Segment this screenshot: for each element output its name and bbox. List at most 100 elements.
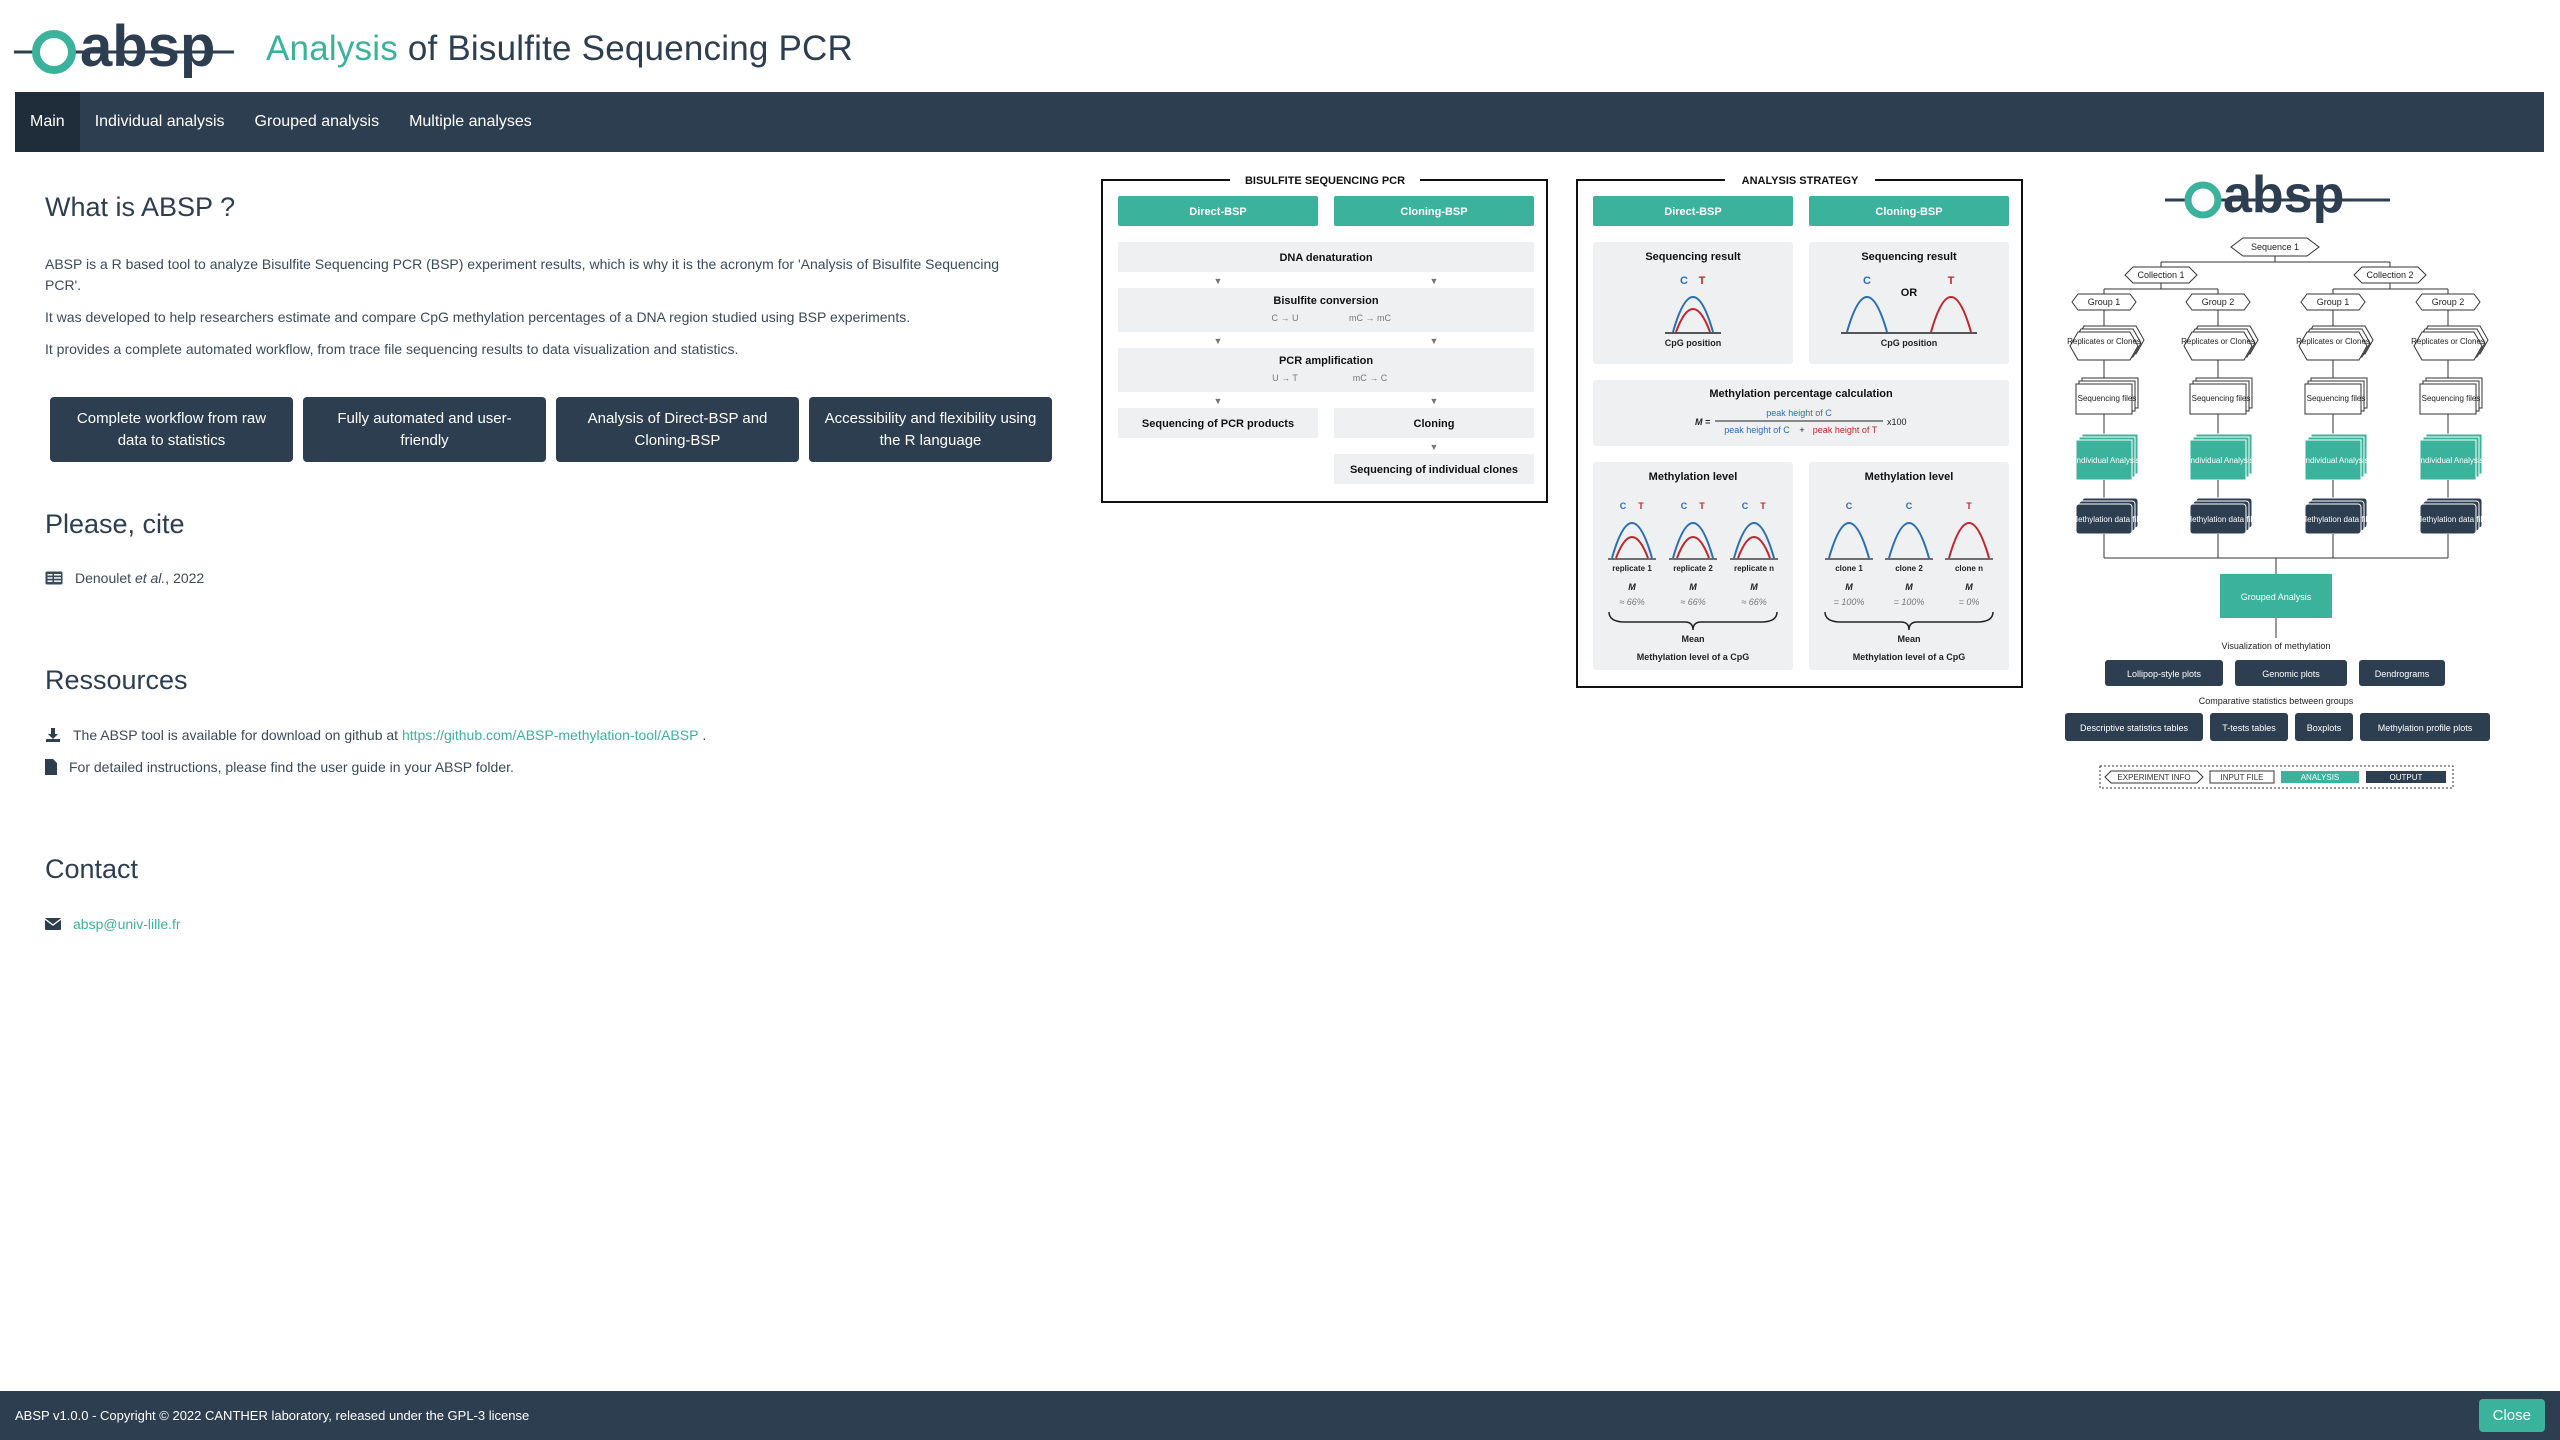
rep-t-label-1: T bbox=[1699, 501, 1705, 511]
feature-list: Complete workflow from raw data to stati… bbox=[50, 397, 1052, 462]
clone-base-label-0: C bbox=[1846, 501, 1853, 511]
svg-text:▼: ▼ bbox=[1430, 276, 1439, 286]
id-card-icon bbox=[45, 571, 63, 585]
rep-t-label-2: T bbox=[1760, 501, 1766, 511]
svg-text:▼: ▼ bbox=[1430, 336, 1439, 346]
file-icon bbox=[45, 759, 57, 775]
tab-grouped-analysis[interactable]: Grouped analysis bbox=[240, 92, 395, 152]
app-header: absp Analysis of Bisulfite Sequencing PC… bbox=[14, 14, 853, 84]
collection-label-0: Collection 1 bbox=[2137, 270, 2184, 280]
svg-text:▼: ▼ bbox=[1430, 396, 1439, 406]
legend-input: INPUT FILE bbox=[2221, 773, 2264, 782]
rep-c-label-2: C bbox=[1742, 501, 1749, 511]
seqfiles-label-1: Sequencing files bbox=[2192, 394, 2251, 403]
rep-m-0: M bbox=[1628, 582, 1636, 592]
cite-heading: Please, cite bbox=[45, 509, 185, 539]
bsp-conv1: C → U bbox=[1272, 313, 1299, 323]
methfile-label-2: Methylation data file bbox=[2300, 515, 2372, 524]
workflow-logo: absp bbox=[2223, 170, 2344, 224]
rep-value-2: ≈ 66% bbox=[1741, 597, 1766, 607]
group-label-1: Group 2 bbox=[2202, 297, 2235, 307]
strategy-m-eq: M = bbox=[1695, 417, 1711, 427]
resource-guide-text: For detailed instructions, please find t… bbox=[69, 759, 514, 775]
strategy-denom-c: peak height of C bbox=[1724, 425, 1790, 435]
footer-copyright: ABSP v1.0.0 - Copyright © 2022 CANTHER l… bbox=[15, 1408, 530, 1423]
bsp-conv2: mC → mC bbox=[1349, 313, 1391, 323]
workflow-grouped: Grouped Analysis bbox=[2241, 592, 2312, 602]
citation-year: , 2022 bbox=[165, 570, 205, 586]
rep-m-1: M bbox=[1689, 582, 1697, 592]
bsp-amp2: mC → C bbox=[1353, 373, 1388, 383]
plot-genomic: Genomic plots bbox=[2262, 669, 2320, 679]
svg-text:▼: ▼ bbox=[1214, 396, 1223, 406]
replicates-label-0: Replicates or Clones bbox=[2067, 337, 2141, 346]
peak-c-label: C bbox=[1680, 275, 1688, 287]
contact-heading: Contact bbox=[45, 854, 139, 884]
strategy-diagram: ANALYSIS STRATEGY Direct-BSP Cloning-BSP… bbox=[1576, 172, 2023, 688]
clone-value-2: = 0% bbox=[1959, 597, 1980, 607]
clone-value-1: = 100% bbox=[1894, 597, 1925, 607]
group-label-2: Group 1 bbox=[2317, 297, 2350, 307]
rep-m-2: M bbox=[1750, 582, 1758, 592]
bsp-seq-pcr: Sequencing of PCR products bbox=[1142, 418, 1294, 430]
indiv-label-0: Individual Analysis bbox=[2074, 456, 2139, 465]
strategy-cloning: Cloning-BSP bbox=[1875, 206, 1942, 218]
strategy-seqres-cloning: Sequencing result bbox=[1861, 251, 1957, 263]
feature-r-language: Accessibility and flexibility using the … bbox=[809, 397, 1052, 462]
legend-experiment: EXPERIMENT INFO bbox=[2117, 773, 2190, 782]
svg-text:▼: ▼ bbox=[1214, 336, 1223, 346]
strategy-mean-direct: Mean bbox=[1681, 634, 1704, 644]
workflow-diagram: absp Sequence 1 Collection 1 Collection 2… bbox=[2065, 170, 2490, 789]
strategy-calc-title: Methylation percentage calculation bbox=[1709, 388, 1893, 400]
strategy-level-direct: Methylation level bbox=[1649, 471, 1738, 483]
tab-individual-analysis[interactable]: Individual analysis bbox=[80, 92, 240, 152]
clone-label-2: clone n bbox=[1955, 564, 1983, 573]
seqfiles-label-0: Sequencing files bbox=[2078, 394, 2137, 403]
what-is-absp-heading: What is ABSP ? bbox=[45, 192, 236, 222]
app-title-rest: of Bisulfite Sequencing PCR bbox=[397, 29, 853, 68]
resource-download-suffix: . bbox=[702, 727, 707, 743]
contact-line: absp@univ-lille.fr bbox=[45, 916, 181, 932]
resource-guide-line: For detailed instructions, please find t… bbox=[45, 759, 514, 775]
rep-label-1: replicate 2 bbox=[1673, 564, 1713, 573]
bsp-direct: Direct-BSP bbox=[1189, 206, 1246, 218]
methfile-label-0: Methylation data file bbox=[2071, 515, 2143, 524]
svg-text:▼: ▼ bbox=[1214, 276, 1223, 286]
bsp-seq-clones: Sequencing of individual clones bbox=[1350, 464, 1518, 476]
tab-multiple-analyses[interactable]: Multiple analyses bbox=[394, 92, 547, 152]
legend-analysis: ANALYSIS bbox=[2301, 773, 2340, 782]
tab-main[interactable]: Main bbox=[15, 92, 80, 152]
clone-base-label-1: C bbox=[1906, 501, 1913, 511]
stats-boxplots: Boxplots bbox=[2307, 723, 2342, 733]
download-icon bbox=[46, 728, 60, 742]
strategy-denom-t: peak height of T bbox=[1813, 425, 1878, 435]
rep-c-label-1: C bbox=[1681, 501, 1688, 511]
strategy-or: OR bbox=[1901, 287, 1918, 299]
clone-m-2: M bbox=[1965, 582, 1973, 592]
envelope-icon bbox=[45, 918, 61, 930]
workflow-visualization: Visualization of methylation bbox=[2222, 641, 2331, 651]
clone-label-0: clone 1 bbox=[1835, 564, 1863, 573]
strategy-x100: x100 bbox=[1887, 417, 1907, 427]
svg-text:absp: absp bbox=[80, 16, 215, 79]
rep-c-label-0: C bbox=[1620, 501, 1627, 511]
citation-etal: et al. bbox=[134, 570, 166, 586]
close-button[interactable]: Close bbox=[2478, 1399, 2545, 1432]
seqfiles-label-3: Sequencing files bbox=[2422, 394, 2481, 403]
citation-line: Denoulet et al., 2022 bbox=[45, 570, 204, 586]
rep-label-2: replicate n bbox=[1734, 564, 1774, 573]
stats-descriptive: Descriptive statistics tables bbox=[2080, 723, 2189, 733]
clone-m-1: M bbox=[1905, 582, 1913, 592]
plot-dendrograms: Dendrograms bbox=[2375, 669, 2430, 679]
bsp-denaturation: DNA denaturation bbox=[1279, 252, 1372, 264]
resource-download-prefix: The ABSP tool is available for download … bbox=[73, 727, 399, 743]
contact-email-link[interactable]: absp@univ-lille.fr bbox=[73, 916, 181, 932]
bsp-pcr: PCR amplification bbox=[1279, 355, 1373, 367]
github-link[interactable]: https://github.com/ABSP-methylation-tool… bbox=[402, 727, 698, 743]
bsp-cloning: Cloning-BSP bbox=[1400, 206, 1467, 218]
indiv-label-3: Individual Analysis bbox=[2418, 456, 2483, 465]
main-navbar: Main Individual analysis Grouped analysi… bbox=[15, 92, 2544, 152]
feature-complete-workflow: Complete workflow from raw data to stati… bbox=[50, 397, 293, 462]
about-paragraph-2: It was developed to help researchers est… bbox=[45, 309, 911, 325]
workflow-tree: Collection 1 Collection 2 Group 1 Replicate… bbox=[2067, 256, 2489, 574]
